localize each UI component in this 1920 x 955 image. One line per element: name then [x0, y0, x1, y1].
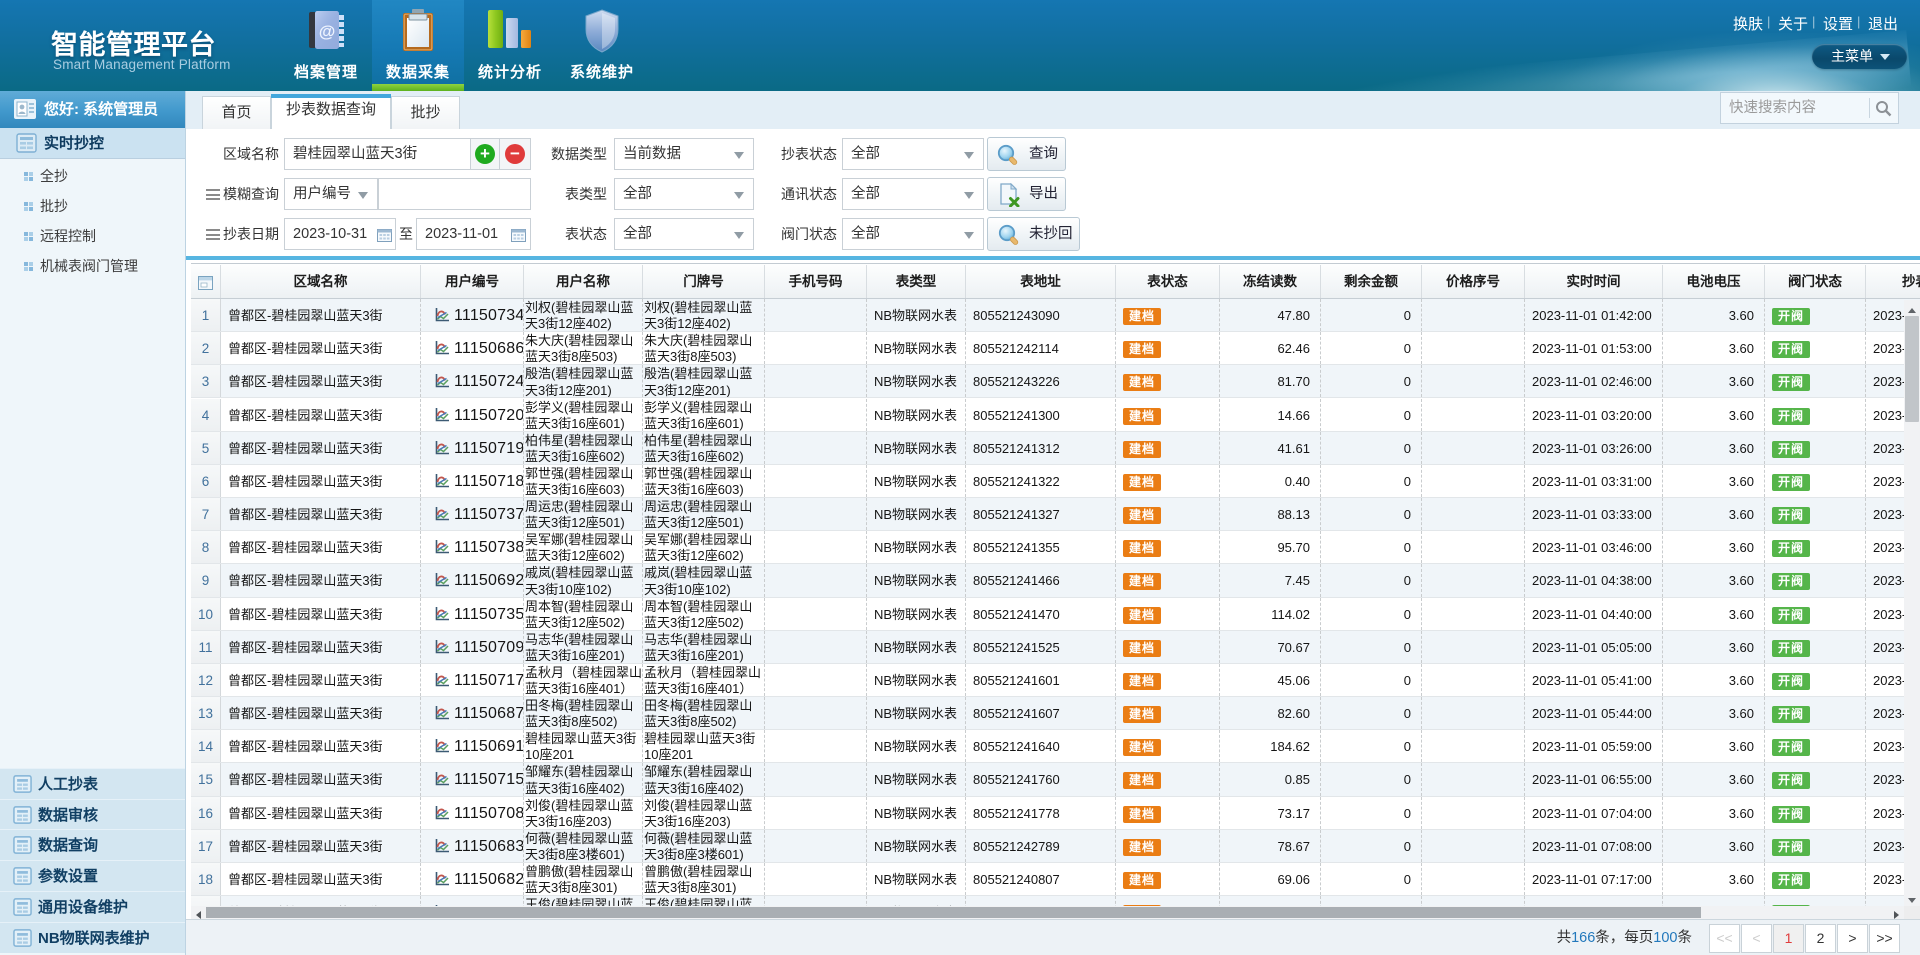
- svg-text:@: @: [319, 22, 336, 41]
